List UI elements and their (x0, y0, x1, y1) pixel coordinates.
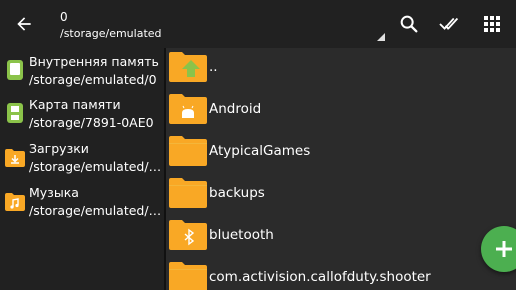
arrow-back-icon (17, 17, 31, 31)
sidebar-item-path: /storage/emulated/0 (29, 72, 157, 87)
file-name: backups (209, 185, 265, 201)
app-bar: 0 /storage/emulated (0, 0, 516, 48)
sidebar-item-sd-card[interactable]: Карта памяти /storage/7891-0AE0 (0, 93, 164, 137)
folder-icon (169, 136, 207, 166)
folder-icon (169, 262, 207, 290)
file-name: .. (209, 59, 218, 75)
sidebar-item-music[interactable]: Музыка /storage/emulated/… (0, 181, 164, 225)
sidebar-item-path: /storage/7891-0AE0 (29, 115, 154, 130)
storage-sidebar: Внутренняя память /storage/emulated/0 Ка… (0, 48, 164, 290)
sidebar-item-label: Загрузки (29, 141, 89, 156)
list-item-folder[interactable]: AtypicalGames (166, 132, 516, 174)
file-name: bluetooth (209, 227, 274, 243)
sidebar-item-label: Карта памяти (29, 97, 121, 112)
list-item-parent[interactable]: .. (166, 48, 516, 90)
folder-icon (169, 178, 207, 208)
path-dropdown-icon[interactable] (377, 33, 385, 41)
list-item-folder[interactable]: bluetooth (166, 216, 516, 258)
list-item-folder[interactable]: backups (166, 174, 516, 216)
sidebar-item-path: /storage/emulated/… (29, 159, 162, 174)
download-folder-icon (5, 149, 25, 167)
file-list: .. Android AtypicalGames backups bluetoo… (166, 48, 516, 290)
android-folder-icon (169, 94, 207, 124)
file-name: Android (209, 101, 262, 117)
list-item-folder[interactable]: Android (166, 90, 516, 132)
phone-storage-icon (7, 60, 23, 80)
sidebar-item-label: Музыка (29, 185, 79, 200)
back-button[interactable] (10, 10, 38, 38)
sidebar-item-label: Внутренняя память (29, 54, 159, 69)
grid-view-icon (484, 16, 500, 32)
sidebar-item-internal-storage[interactable]: Внутренняя память /storage/emulated/0 (0, 50, 164, 94)
file-name: AtypicalGames (209, 143, 311, 159)
bluetooth-folder-icon (169, 220, 207, 250)
sidebar-item-downloads[interactable]: Загрузки /storage/emulated/… (0, 137, 164, 181)
list-item-folder[interactable]: com.activision.callofduty.shooter (166, 258, 516, 290)
current-path[interactable]: /storage/emulated (60, 27, 162, 40)
select-all-button[interactable] (437, 12, 465, 36)
music-folder-icon (5, 193, 25, 211)
parent-folder-icon (169, 52, 207, 82)
sd-card-icon (7, 103, 23, 123)
search-button[interactable] (397, 12, 421, 36)
double-check-icon (439, 17, 459, 30)
plus-icon (496, 241, 512, 257)
sidebar-item-path: /storage/emulated/… (29, 203, 162, 218)
selection-count: 0 (60, 10, 68, 24)
grid-view-button[interactable] (480, 12, 504, 36)
search-icon (400, 15, 418, 33)
file-name: com.activision.callofduty.shooter (209, 269, 431, 285)
